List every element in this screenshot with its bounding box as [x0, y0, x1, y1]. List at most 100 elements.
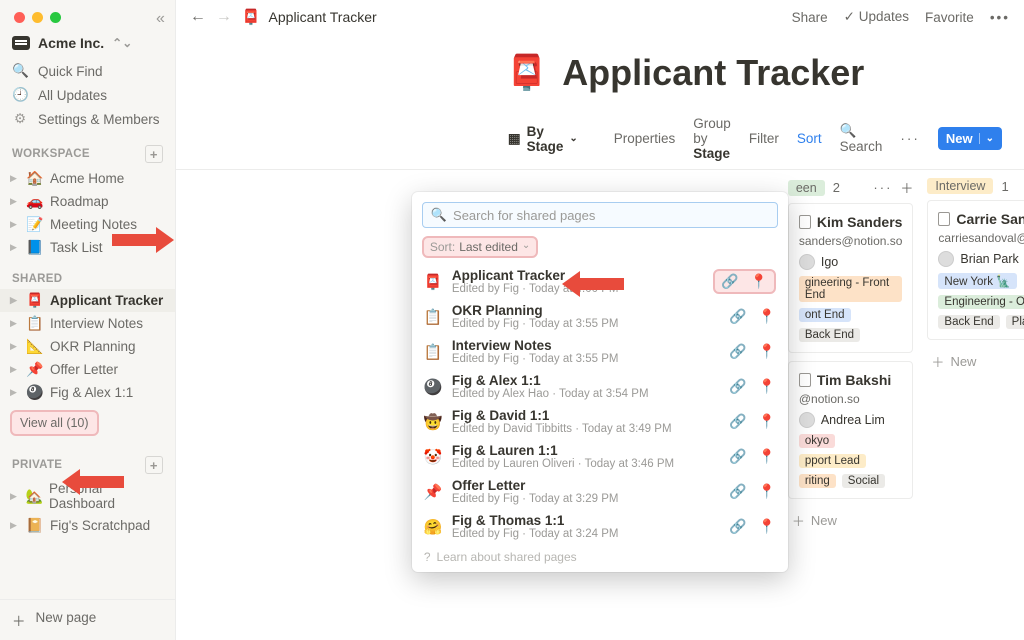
pin-icon[interactable]: 📍 — [758, 343, 775, 360]
shared-page-row[interactable]: 🤡Fig & Lauren 1:1Edited by Lauren Oliver… — [412, 439, 788, 474]
breadcrumb-title: Applicant Tracker — [269, 9, 377, 25]
shared-page-row[interactable]: 📋OKR PlanningEdited by Fig · Today at 3:… — [412, 299, 788, 334]
link-icon[interactable]: 🔗 — [721, 273, 738, 290]
view-all-label: View all (10) — [20, 416, 89, 430]
favorite-button[interactable]: Favorite — [925, 10, 974, 25]
shared-page-title: Interview Notes — [452, 338, 719, 353]
breadcrumb[interactable]: 📮Applicant Tracker — [242, 8, 377, 26]
sidebar-item-workspace-0[interactable]: ▶🏠Acme Home — [0, 167, 175, 190]
more-menu-icon[interactable]: ••• — [990, 10, 1010, 25]
page-emoji-icon: 🏡 — [26, 488, 43, 505]
sidebar-item-shared-2[interactable]: ▶📐OKR Planning — [0, 335, 175, 358]
sidebar-item-shared-1[interactable]: ▶📋Interview Notes — [0, 312, 175, 335]
share-button[interactable]: Share — [792, 10, 828, 25]
all-updates[interactable]: 🕘All Updates — [0, 83, 175, 107]
link-icon[interactable]: 🔗 — [729, 378, 746, 395]
properties-button[interactable]: Properties — [614, 131, 676, 146]
sidebar-item-shared-4[interactable]: ▶🎱Fig & Alex 1:1 — [0, 381, 175, 404]
card-tag: Social — [842, 474, 885, 488]
pin-icon[interactable]: 📍 — [758, 518, 775, 535]
filter-button[interactable]: Filter — [749, 131, 779, 146]
shared-page-row[interactable]: 📌Offer LetterEdited by Fig · Today at 3:… — [412, 474, 788, 509]
updates-button[interactable]: ✓ Updates — [844, 9, 909, 25]
sidebar-item-workspace-1[interactable]: ▶🚗Roadmap — [0, 190, 175, 213]
pin-icon[interactable]: 📍 — [758, 378, 775, 395]
close-window-icon[interactable] — [14, 12, 25, 23]
page-emoji-icon: 📔 — [26, 517, 44, 534]
pin-icon[interactable]: 📍 — [758, 413, 775, 430]
disclosure-triangle-icon[interactable]: ▶ — [10, 364, 20, 375]
popover-sort-picker[interactable]: Sort: Last edited ⌄ — [422, 236, 538, 258]
board-card[interactable]: Tim Bakshi @notion.so Andrea Lim okyo pp… — [788, 361, 914, 499]
column-title-pill[interactable]: een — [788, 180, 825, 196]
column-title-pill[interactable]: Interview — [927, 178, 993, 194]
group-by-button[interactable]: Group by Stage — [693, 116, 731, 161]
link-icon[interactable]: 🔗 — [729, 343, 746, 360]
popover-search-input[interactable]: 🔍 Search for shared pages — [422, 202, 778, 228]
disclosure-triangle-icon[interactable]: ▶ — [10, 318, 20, 329]
disclosure-triangle-icon[interactable]: ▶ — [10, 387, 20, 398]
new-page-button[interactable]: ＋New page — [0, 599, 175, 640]
nav-forward-icon[interactable]: → — [216, 8, 232, 26]
pin-icon[interactable]: 📍 — [750, 273, 767, 290]
shared-page-row[interactable]: 🤠Fig & David 1:1Edited by David Tibbitts… — [412, 404, 788, 439]
collapse-sidebar-icon[interactable]: « — [156, 10, 165, 28]
sidebar-item-label: Applicant Tracker — [50, 293, 163, 308]
sidebar-item-private-1[interactable]: ▶📔Fig's Scratchpad — [0, 514, 175, 537]
toolbar-more-icon[interactable]: ··· — [900, 131, 920, 146]
view-name: By Stage — [527, 124, 564, 154]
add-workspace-page-button[interactable]: + — [145, 145, 163, 163]
link-icon[interactable]: 🔗 — [729, 518, 746, 535]
shared-page-subtitle: Edited by Fig · Today at 3:55 PM — [452, 318, 719, 330]
sidebar-item-shared-0[interactable]: ▶📮Applicant Tracker — [0, 289, 175, 312]
quick-find-label: Quick Find — [38, 64, 103, 79]
link-icon[interactable]: 🔗 — [729, 483, 746, 500]
column-add-new[interactable]: ＋ New — [788, 507, 914, 534]
disclosure-triangle-icon[interactable]: ▶ — [10, 491, 20, 502]
sidebar-item-shared-3[interactable]: ▶📌Offer Letter — [0, 358, 175, 381]
pin-icon[interactable]: 📍 — [758, 308, 775, 325]
disclosure-triangle-icon[interactable]: ▶ — [10, 173, 20, 184]
pin-icon[interactable]: 📍 — [758, 483, 775, 500]
zoom-window-icon[interactable] — [50, 12, 61, 23]
sidebar-item-label: Interview Notes — [50, 316, 143, 331]
hero-emoji-icon[interactable]: 📮 — [506, 53, 548, 93]
chevron-down-icon[interactable]: ⌄ — [979, 133, 994, 144]
link-icon[interactable]: 🔗 — [729, 413, 746, 430]
sort-button[interactable]: Sort — [797, 131, 822, 146]
sidebar-item-label: OKR Planning — [50, 339, 136, 354]
add-private-page-button[interactable]: + — [145, 456, 163, 474]
minimize-window-icon[interactable] — [32, 12, 43, 23]
disclosure-triangle-icon[interactable]: ▶ — [10, 242, 20, 253]
shared-page-row[interactable]: 🎱Fig & Alex 1:1Edited by Alex Hao · Toda… — [412, 369, 788, 404]
board-card[interactable]: Carrie Sandoval carriesandoval@notion.so… — [927, 200, 1024, 340]
workspace-section-label: WORKSPACE — [12, 148, 90, 160]
column-add-icon[interactable]: ＋ — [900, 178, 913, 197]
settings-members[interactable]: ⚙Settings & Members — [0, 107, 175, 131]
quick-find[interactable]: 🔍Quick Find — [0, 59, 175, 83]
link-icon[interactable]: 🔗 — [729, 308, 746, 325]
page-emoji-icon: 🚗 — [26, 193, 44, 210]
shared-page-row[interactable]: 🤗Fig & Thomas 1:1Edited by Fig · Today a… — [412, 509, 788, 544]
new-row-button[interactable]: New⌄ — [938, 127, 1002, 150]
disclosure-triangle-icon[interactable]: ▶ — [10, 520, 20, 531]
column-more-icon[interactable]: ··· — [873, 180, 892, 195]
shared-page-row[interactable]: 📋Interview NotesEdited by Fig · Today at… — [412, 334, 788, 369]
nav-back-icon[interactable]: ← — [190, 8, 206, 26]
disclosure-triangle-icon[interactable]: ▶ — [10, 219, 20, 230]
view-all-shared-button[interactable]: View all (10) — [10, 410, 99, 436]
view-picker[interactable]: ▦ By Stage ⌄ — [508, 124, 578, 154]
link-icon[interactable]: 🔗 — [729, 448, 746, 465]
page-title[interactable]: Applicant Tracker — [562, 52, 864, 94]
disclosure-triangle-icon[interactable]: ▶ — [10, 295, 20, 306]
column-add-new[interactable]: ＋ New — [927, 348, 1024, 375]
card-tag: pport Lead — [799, 454, 866, 468]
board-card[interactable]: Kim Sanders sanders@notion.so Igo gineer… — [788, 203, 914, 353]
workspace-switcher[interactable]: Acme Inc. ⌃⌄ — [0, 33, 175, 59]
pin-icon[interactable]: 📍 — [758, 448, 775, 465]
disclosure-triangle-icon[interactable]: ▶ — [10, 341, 20, 352]
gear-icon: ⚙ — [12, 111, 28, 127]
popover-footer-link[interactable]: ?Learn about shared pages — [412, 544, 788, 566]
disclosure-triangle-icon[interactable]: ▶ — [10, 196, 20, 207]
search-button[interactable]: 🔍 Search — [840, 123, 883, 154]
